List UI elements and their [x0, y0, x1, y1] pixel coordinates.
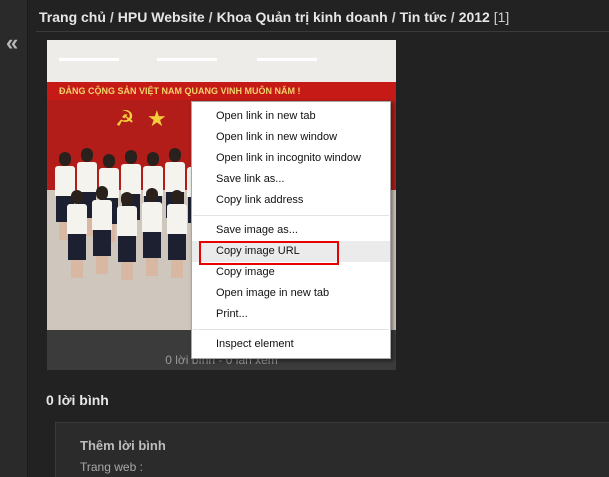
menu-open-link-new-tab[interactable]: Open link in new tab: [192, 106, 390, 127]
menu-copy-image-url[interactable]: Copy image URL: [192, 241, 390, 265]
breadcrumb-tin-tuc[interactable]: Tin tức: [400, 9, 447, 25]
photo-person: [167, 190, 187, 278]
left-rail: «: [0, 0, 28, 477]
breadcrumb-separator: /: [450, 9, 455, 25]
photo-person: [142, 188, 162, 276]
photo-banner: ĐẢNG CỘNG SẢN VIỆT NAM QUANG VINH MUÔN N…: [47, 82, 396, 100]
menu-separator: [193, 329, 389, 330]
breadcrumb-home[interactable]: Trang chủ: [39, 9, 106, 25]
photo-person: [92, 186, 112, 274]
hammer-sickle-icon: ☭: [115, 106, 135, 131]
add-comment-label: Thêm lời bình: [80, 438, 166, 453]
menu-inspect-element[interactable]: Inspect element: [192, 334, 390, 355]
menu-open-image-new-tab[interactable]: Open image in new tab: [192, 283, 390, 304]
menu-copy-image-url-label: Copy image URL: [216, 245, 300, 257]
photo-lamp: [59, 58, 119, 61]
double-chevron-left-icon[interactable]: «: [6, 32, 18, 54]
photo-lamp: [157, 58, 217, 61]
context-menu: Open link in new tab Open link in new wi…: [191, 101, 391, 359]
breadcrumb-hpu-website[interactable]: HPU Website: [118, 9, 205, 25]
breadcrumb-separator: /: [391, 9, 396, 25]
comment-form: Thêm lời bình Trang web :: [55, 422, 609, 477]
menu-save-image-as[interactable]: Save image as...: [192, 220, 390, 241]
comments-heading: 0 lời bình: [46, 392, 109, 408]
breadcrumb-separator: /: [109, 9, 114, 25]
photo-person: [117, 192, 137, 280]
menu-save-link-as[interactable]: Save link as...: [192, 169, 390, 190]
breadcrumb-separator: /: [208, 9, 213, 25]
menu-separator: [193, 215, 389, 216]
menu-copy-link-address[interactable]: Copy link address: [192, 190, 390, 211]
star-icon: ★: [147, 106, 167, 131]
breadcrumb-khoa-qtkd[interactable]: Khoa Quản trị kinh doanh: [217, 9, 388, 25]
photo-lamp: [257, 58, 317, 61]
photo-person: [67, 190, 87, 278]
website-field-label: Trang web :: [80, 460, 143, 474]
breadcrumb: Trang chủ / HPU Website / Khoa Quản trị kinh…: [39, 9, 509, 25]
breadcrumb-current-year: 2012: [458, 9, 490, 25]
menu-open-link-new-window[interactable]: Open link in new window: [192, 127, 390, 148]
menu-copy-image[interactable]: Copy image: [192, 262, 390, 283]
menu-print[interactable]: Print...: [192, 304, 390, 325]
menu-open-link-incognito[interactable]: Open link in incognito window: [192, 148, 390, 169]
breadcrumb-count: [1]: [493, 9, 510, 25]
title-divider: [36, 31, 609, 32]
